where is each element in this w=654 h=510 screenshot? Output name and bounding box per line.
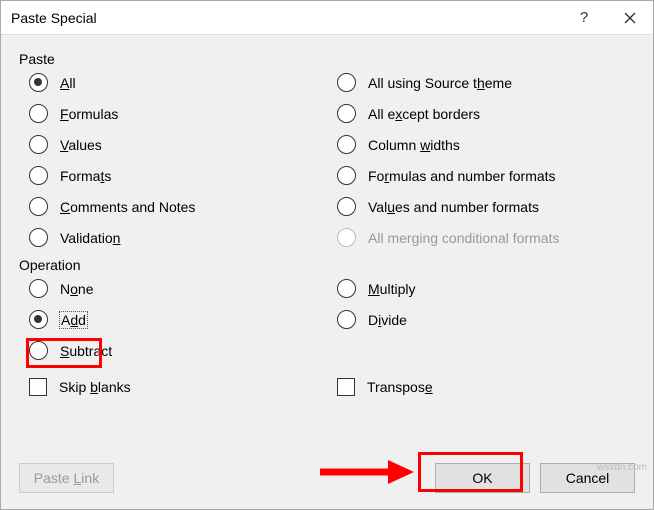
radio-none[interactable]: None xyxy=(29,279,327,298)
radio-label: Divide xyxy=(368,312,407,328)
radio-label: All using Source theme xyxy=(368,75,512,91)
radio-label: Validation xyxy=(60,230,120,246)
watermark: wsxdn.com xyxy=(597,462,647,473)
radio-icon xyxy=(337,197,356,216)
radio-icon xyxy=(29,73,48,92)
radio-label: All merging conditional formats xyxy=(368,230,559,246)
radio-all-except-borders[interactable]: All except borders xyxy=(337,104,635,123)
radio-add[interactable]: Add xyxy=(29,310,327,329)
checkbox-row: Skip blanks Transpose xyxy=(29,378,635,396)
close-button[interactable] xyxy=(607,1,653,35)
radio-label: Comments and Notes xyxy=(60,199,195,215)
radio-all-merging-conditional: All merging conditional formats xyxy=(337,228,635,247)
radio-multiply[interactable]: Multiply xyxy=(337,279,635,298)
radio-label: Values xyxy=(60,137,102,153)
radio-icon xyxy=(337,166,356,185)
dialog-content: Paste All All using Source theme Formula… xyxy=(1,35,653,509)
radio-icon xyxy=(29,341,48,360)
dialog-title: Paste Special xyxy=(11,10,561,26)
radio-icon xyxy=(29,310,48,329)
radio-label: Multiply xyxy=(368,281,415,297)
radio-formulas-number-formats[interactable]: Formulas and number formats xyxy=(337,166,635,185)
radio-all[interactable]: All xyxy=(29,73,327,92)
arrow-icon xyxy=(318,458,414,486)
radio-icon xyxy=(337,104,356,123)
radio-icon xyxy=(29,135,48,154)
titlebar: Paste Special ? xyxy=(1,1,653,35)
radio-label: None xyxy=(60,281,94,297)
radio-icon xyxy=(29,228,48,247)
radio-label: Formats xyxy=(60,168,111,184)
radio-icon xyxy=(29,197,48,216)
radio-label: All xyxy=(60,75,76,91)
paste-radio-group: All All using Source theme Formulas All … xyxy=(29,73,635,247)
radio-values[interactable]: Values xyxy=(29,135,327,154)
radio-column-widths[interactable]: Column widths xyxy=(337,135,635,154)
paste-link-button: Paste Link xyxy=(19,463,114,493)
group-label-operation: Operation xyxy=(19,257,635,273)
checkbox-label: Skip blanks xyxy=(59,379,131,395)
checkbox-icon xyxy=(337,378,355,396)
radio-label: Values and number formats xyxy=(368,199,539,215)
radio-label: Formulas and number formats xyxy=(368,168,556,184)
radio-icon xyxy=(29,104,48,123)
radio-divide[interactable]: Divide xyxy=(337,310,635,329)
checkbox-label: Transpose xyxy=(367,379,433,395)
radio-icon xyxy=(337,73,356,92)
radio-label: Subtract xyxy=(60,343,112,359)
radio-comments-notes[interactable]: Comments and Notes xyxy=(29,197,327,216)
radio-all-source-theme[interactable]: All using Source theme xyxy=(337,73,635,92)
radio-icon xyxy=(337,310,356,329)
checkbox-icon xyxy=(29,378,47,396)
radio-values-number-formats[interactable]: Values and number formats xyxy=(337,197,635,216)
radio-label: All except borders xyxy=(368,106,480,122)
operation-radio-group: None Multiply Add Divide Subtract xyxy=(29,279,635,360)
radio-subtract[interactable]: Subtract xyxy=(29,341,327,360)
radio-formats[interactable]: Formats xyxy=(29,166,327,185)
help-button[interactable]: ? xyxy=(561,1,607,35)
radio-icon xyxy=(337,279,356,298)
ok-button[interactable]: OK xyxy=(435,463,530,493)
radio-validation[interactable]: Validation xyxy=(29,228,327,247)
radio-formulas[interactable]: Formulas xyxy=(29,104,327,123)
radio-icon xyxy=(29,279,48,298)
radio-label: Formulas xyxy=(60,106,118,122)
radio-label: Add xyxy=(60,312,87,328)
close-icon xyxy=(624,12,636,24)
checkbox-skip-blanks[interactable]: Skip blanks xyxy=(29,378,327,396)
radio-icon xyxy=(337,135,356,154)
radio-icon xyxy=(337,228,356,247)
radio-label: Column widths xyxy=(368,137,460,153)
radio-icon xyxy=(29,166,48,185)
checkbox-transpose[interactable]: Transpose xyxy=(337,378,635,396)
paste-special-dialog: Paste Special ? Paste All All using Sour… xyxy=(0,0,654,510)
group-label-paste: Paste xyxy=(19,51,635,67)
